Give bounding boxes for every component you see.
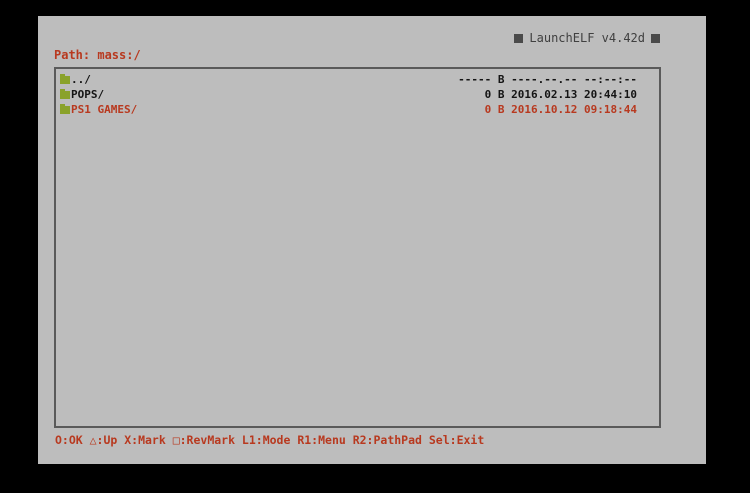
file-name: ../ xyxy=(71,73,91,86)
file-time: --:--:-- xyxy=(584,73,637,86)
file-size: 0 B xyxy=(484,103,505,116)
file-date: 2016.02.13 xyxy=(511,88,578,101)
app-title-bar: LaunchELF v4.42d xyxy=(514,31,660,45)
file-name: POPS/ xyxy=(71,88,105,101)
file-name: PS1 GAMES/ xyxy=(71,103,138,116)
file-row-pops[interactable]: POPS/ 0 B 2016.02.13 20:44:10 xyxy=(60,88,637,101)
file-size: 0 B xyxy=(484,88,505,101)
file-row-ps1-games[interactable]: PS1 GAMES/ 0 B 2016.10.12 09:18:44 xyxy=(60,103,637,116)
file-size: ----- B xyxy=(458,73,505,86)
square-icon xyxy=(514,33,524,43)
folder-icon xyxy=(60,73,70,84)
folder-icon xyxy=(60,88,70,99)
current-path: Path: mass:/ xyxy=(54,48,141,62)
square-icon xyxy=(651,33,660,43)
file-time: 20:44:10 xyxy=(584,88,637,101)
file-row-parent[interactable]: ../ ----- B ----.--.-- --:--:-- xyxy=(60,73,637,86)
app-title: LaunchELF v4.42d xyxy=(529,31,645,45)
controls-hint-bar: O:OK △:Up X:Mark □:RevMark L1:Mode R1:Me… xyxy=(55,433,485,447)
file-list-panel: ../ ----- B ----.--.-- --:--:-- POPS/ 0 … xyxy=(54,67,661,428)
file-date: ----.--.-- xyxy=(511,73,578,86)
folder-icon xyxy=(60,103,70,114)
file-time: 09:18:44 xyxy=(584,103,637,116)
launchelf-screen: LaunchELF v4.42d Path: mass:/ ../ ----- … xyxy=(38,16,706,464)
file-date: 2016.10.12 xyxy=(511,103,578,116)
